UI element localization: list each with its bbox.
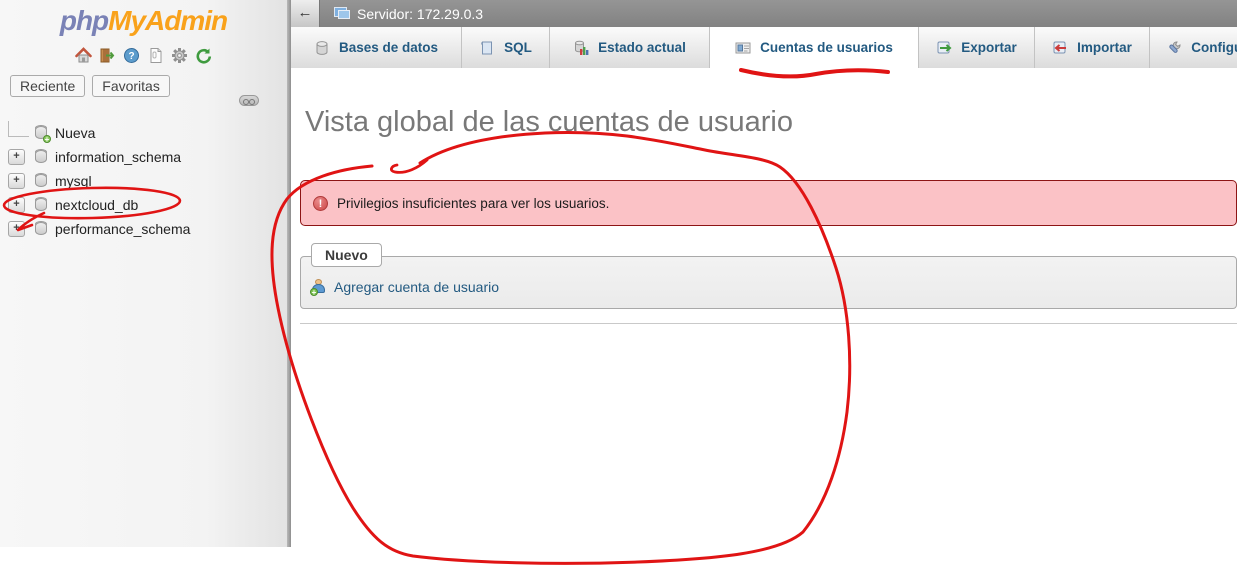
tab-estado-actual[interactable]: Estado actual: [550, 27, 710, 68]
tab-label: Exportar: [961, 40, 1017, 55]
tree-item-mysql[interactable]: + mysql: [0, 169, 287, 193]
status-icon: [573, 40, 589, 56]
tab-label: Estado actual: [598, 40, 686, 55]
logout-icon[interactable]: [99, 47, 116, 64]
help-icon[interactable]: ?: [123, 47, 140, 64]
quick-access-row: Reciente Favoritas: [10, 75, 287, 97]
tree-item-label: information_schema: [55, 149, 181, 165]
tree-item-information-schema[interactable]: + information_schema: [0, 145, 287, 169]
warning-icon: !: [313, 196, 328, 211]
server-topbar: ← Servidor: 172.29.0.3: [291, 0, 1237, 27]
server-icon: [334, 7, 350, 20]
panel-link-icon[interactable]: [239, 95, 259, 106]
tab-label: Bases de datos: [339, 40, 438, 55]
database-icon: [33, 173, 49, 189]
fieldset-legend: Nuevo: [311, 243, 382, 267]
database-icon: [33, 221, 49, 237]
export-icon: [936, 40, 952, 56]
recent-dropdown[interactable]: Reciente: [10, 75, 85, 97]
tab-cuentas-de-usuarios[interactable]: Cuentas de usuarios: [710, 27, 919, 68]
expand-icon[interactable]: +: [8, 197, 25, 213]
tree-item-label: performance_schema: [55, 221, 190, 237]
error-message-text: Privilegios insuficientes para ver los u…: [337, 196, 609, 211]
database-tree: + Nueva + information_schema + mysql + n…: [0, 121, 287, 241]
add-user-icon: +: [310, 279, 326, 295]
horizontal-divider: [300, 323, 1237, 324]
database-icon: [314, 40, 330, 56]
tree-item-performance-schema[interactable]: + performance_schema: [0, 217, 287, 241]
new-user-fieldset: Nuevo + Agregar cuenta de usuario: [300, 256, 1237, 309]
home-icon[interactable]: [75, 47, 92, 64]
back-button[interactable]: ←: [291, 0, 320, 27]
main-panel: ← Servidor: 172.29.0.3 Bases de datos SQ…: [291, 0, 1237, 571]
wrench-icon: [1166, 40, 1182, 56]
tree-item-label: mysql: [55, 173, 92, 189]
tree-item-nextcloud-db[interactable]: + nextcloud_db: [0, 193, 287, 217]
server-title: Servidor: 172.29.0.3: [357, 6, 483, 22]
tab-label: Configuración: [1191, 40, 1237, 55]
tab-label: Importar: [1077, 40, 1132, 55]
logo-myadmin-part: MyAdmin: [108, 5, 227, 36]
tree-item-label: Nueva: [55, 125, 95, 141]
expand-icon[interactable]: +: [8, 149, 25, 165]
tab-bases-de-datos[interactable]: Bases de datos: [291, 27, 462, 68]
settings-gear-icon[interactable]: [171, 47, 188, 64]
refresh-icon[interactable]: [195, 47, 212, 64]
tab-label: Cuentas de usuarios: [760, 40, 893, 55]
sql-icon: [479, 40, 495, 56]
new-database-icon: +: [33, 125, 49, 141]
tab-label: SQL: [504, 40, 532, 55]
database-icon: [33, 197, 49, 213]
documentation-icon[interactable]: [147, 47, 164, 64]
page-title: Vista global de las cuentas de usuario: [305, 106, 1237, 139]
svg-text:?: ?: [128, 51, 134, 62]
sidebar-icon-toolbar: ?: [0, 46, 287, 64]
content-area: Vista global de las cuentas de usuario !…: [291, 68, 1237, 571]
tree-elbow-line: [8, 121, 29, 137]
import-icon: [1052, 40, 1068, 56]
expand-icon[interactable]: +: [8, 221, 25, 237]
phpmyadmin-logo[interactable]: phpMyAdmin: [0, 0, 287, 37]
tab-bar: Bases de datos SQL Estado actual Cuentas…: [291, 27, 1237, 68]
tree-item-new-database[interactable]: + Nueva: [0, 121, 287, 145]
tab-importar[interactable]: Importar: [1035, 27, 1150, 68]
add-user-account-label: Agregar cuenta de usuario: [334, 279, 499, 295]
tab-configuracion[interactable]: Configuración: [1150, 27, 1237, 68]
tree-item-label: nextcloud_db: [55, 197, 138, 213]
tab-sql[interactable]: SQL: [462, 27, 550, 68]
tab-exportar[interactable]: Exportar: [919, 27, 1035, 68]
error-message-box: ! Privilegios insuficientes para ver los…: [300, 180, 1237, 226]
database-icon: [33, 149, 49, 165]
user-accounts-icon: [735, 40, 751, 56]
navigation-sidebar: phpMyAdmin ? Reciente Favoritas + Nuev: [0, 0, 287, 547]
logo-php-part: php: [60, 5, 108, 36]
favorites-dropdown[interactable]: Favoritas: [92, 75, 170, 97]
expand-icon[interactable]: +: [8, 173, 25, 189]
